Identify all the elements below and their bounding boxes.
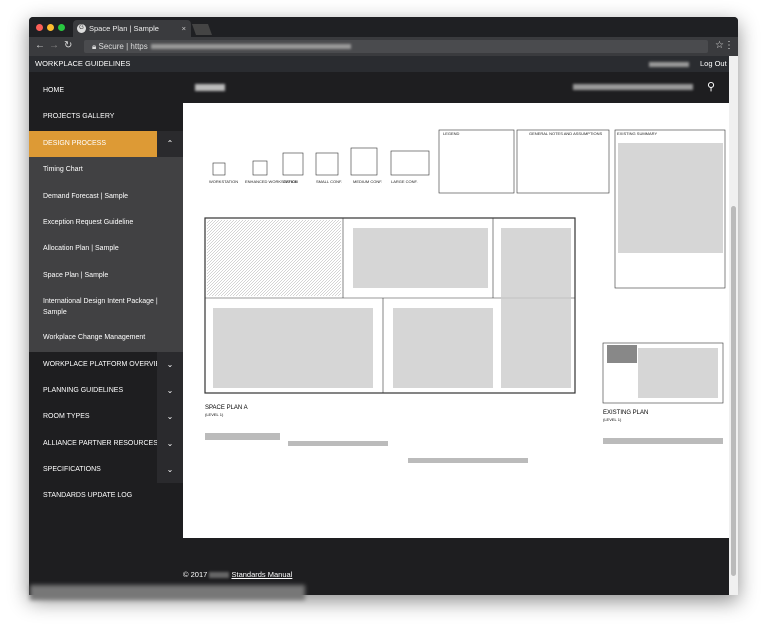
room-label: OFFICE — [283, 179, 298, 184]
sidebar-item-room-types[interactable]: ROOM TYPES ⌄ — [29, 404, 183, 431]
chevron-down-icon[interactable]: ⌄ — [157, 457, 183, 484]
summary-title: EXISTING SUMMARY — [617, 131, 657, 136]
sidebar: HOME PROJECTS GALLERY DESIGN PROCESS ⌃ Ti… — [29, 72, 183, 595]
sidebar-item-label: DESIGN PROCESS — [43, 139, 107, 147]
sidebar-item-projects-gallery[interactable]: PROJECTS GALLERY — [29, 104, 183, 130]
floor-plan-image: WORKSTATION ENHANCED WORKSTATION OFFICE … — [204, 129, 726, 463]
close-tab-icon[interactable]: × — [182, 20, 186, 37]
sidebar-item-alliance-partner[interactable]: ALLIANCE PARTNER RESOURCES ⌄ — [29, 430, 183, 458]
top-nav: WORKPLACE GUIDELINES Log Out — [29, 56, 729, 72]
page-header: ⚲ — [183, 72, 729, 103]
sidebar-item-label: PLANNING GUIDELINES — [43, 386, 124, 394]
close-window-button[interactable] — [36, 24, 43, 31]
footer: © 2017 Standards Manual — [183, 570, 292, 579]
sidebar-item-platform-overview[interactable]: WORKPLACE PLATFORM OVERVIEW ⌄ — [29, 351, 183, 378]
room-label: LARGE CONF. — [391, 179, 418, 184]
browser-window: G Space Plan | Sample × ← → ↻ 🔒︎ Secure … — [29, 17, 738, 595]
submenu-change-management[interactable]: Workplace Change Management — [29, 325, 183, 352]
chevron-down-icon[interactable]: ⌄ — [157, 430, 183, 458]
sidebar-item-home[interactable]: HOME — [29, 78, 183, 104]
scrollbar[interactable] — [729, 56, 738, 595]
secure-label: Secure — [98, 42, 124, 51]
submenu-timing-chart[interactable]: Timing Chart — [29, 157, 183, 184]
sidebar-item-specifications[interactable]: SPECIFICATIONS ⌄ — [29, 457, 183, 484]
favicon-icon: G — [77, 24, 86, 33]
scrollbar-thumb[interactable] — [731, 206, 736, 576]
back-icon[interactable]: ← — [35, 41, 45, 51]
existing-plan-title: EXISTING PLAN — [603, 410, 648, 416]
url-text: https — [130, 42, 148, 51]
standards-manual-link[interactable]: Standards Manual — [231, 570, 292, 579]
search-icon[interactable]: ⚲ — [707, 80, 715, 93]
submenu-allocation-plan[interactable]: Allocation Plan | Sample — [29, 236, 183, 263]
browser-tab[interactable]: G Space Plan | Sample × — [73, 20, 191, 37]
new-tab-button[interactable] — [191, 24, 213, 35]
maximize-window-button[interactable] — [58, 24, 65, 31]
submenu-international-design[interactable]: International Design Intent Package | Sa… — [29, 289, 183, 326]
copyright: © 2017 — [183, 570, 208, 579]
brand: WORKPLACE GUIDELINES — [35, 59, 131, 68]
tab-title: Space Plan | Sample — [89, 24, 159, 33]
plan-a-title: SPACE PLAN A — [205, 405, 248, 411]
submenu-demand-forecast[interactable]: Demand Forecast | Sample — [29, 183, 183, 210]
reload-icon[interactable]: ↻ — [64, 41, 72, 51]
minimize-window-button[interactable] — [47, 24, 54, 31]
submenu-space-plan[interactable]: Space Plan | Sample — [29, 262, 183, 290]
chevron-down-icon[interactable]: ⌄ — [157, 351, 183, 378]
sidebar-item-planning-guidelines[interactable]: PLANNING GUIDELINES ⌄ — [29, 377, 183, 405]
forward-icon[interactable]: → — [49, 41, 59, 51]
sidebar-item-design-process[interactable]: DESIGN PROCESS ⌃ — [29, 130, 183, 158]
logout-link[interactable]: Log Out — [700, 56, 727, 72]
notes-title: GENERAL NOTES AND ASSUMPTIONS — [529, 131, 603, 136]
bookmark-star-icon[interactable]: ☆ — [715, 41, 724, 51]
room-label: MEDIUM CONF. — [353, 179, 382, 184]
plan-a-level: (LEVEL 1) — [205, 412, 224, 417]
existing-plan-level: (LEVEL 1) — [603, 417, 622, 422]
menu-icon[interactable]: ⋮ — [724, 41, 734, 51]
lock-icon: 🔒︎ — [92, 42, 97, 51]
main-content: ⚲ WORKSTATION ENHANCED WORKSTATION OFFIC… — [183, 72, 729, 595]
room-label: WORKSTATION — [209, 179, 238, 184]
chevron-down-icon[interactable]: ⌄ — [157, 404, 183, 431]
room-type-labels: WORKSTATION ENHANCED WORKSTATION OFFICE … — [209, 131, 657, 184]
space-plan-drawing: WORKSTATION ENHANCED WORKSTATION OFFICE … — [183, 103, 729, 538]
tab-bar: G Space Plan | Sample × — [29, 17, 738, 37]
legend-title: LEGEND — [443, 131, 460, 136]
sidebar-item-label: SPECIFICATIONS — [43, 466, 101, 474]
sidebar-item-label: ROOM TYPES — [43, 413, 90, 421]
sidebar-item-label: ALLIANCE PARTNER RESOURCES — [43, 439, 158, 447]
chevron-up-icon[interactable]: ⌃ — [157, 130, 183, 158]
url-field[interactable]: 🔒︎ Secure | https — [84, 40, 708, 53]
sidebar-item-standards-log[interactable]: STANDARDS UPDATE LOG — [29, 483, 183, 509]
address-bar: ← → ↻ 🔒︎ Secure | https ☆ ⋮ — [29, 37, 738, 56]
submenu-exception-request[interactable]: Exception Request Guideline — [29, 209, 183, 237]
room-label: SMALL CONF. — [316, 179, 342, 184]
chevron-down-icon[interactable]: ⌄ — [157, 377, 183, 405]
sidebar-item-label: WORKPLACE PLATFORM OVERVIEW — [43, 360, 167, 368]
